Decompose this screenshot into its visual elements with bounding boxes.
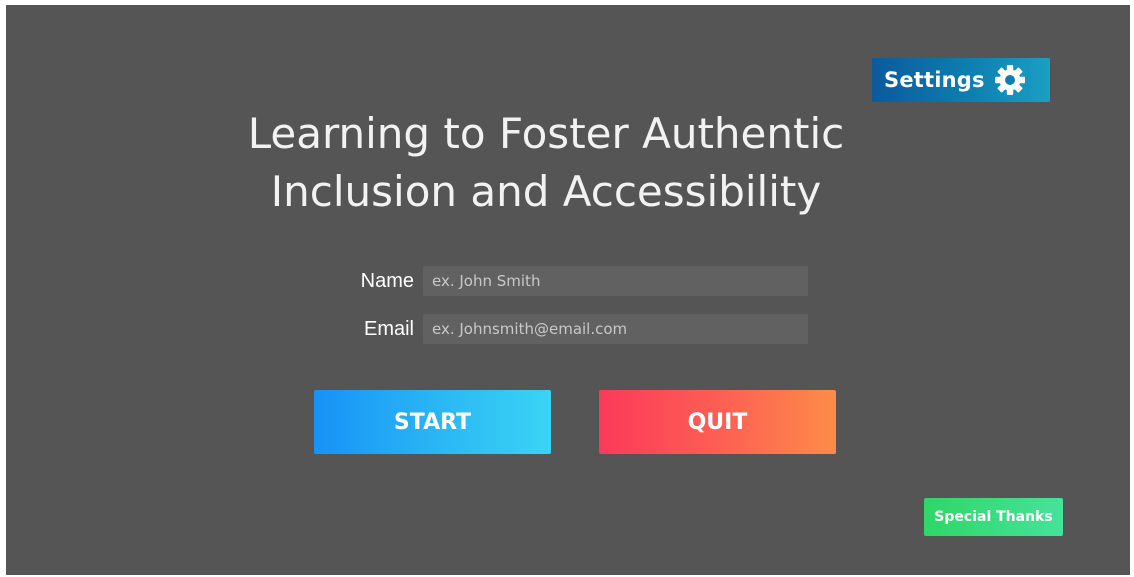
settings-button[interactable]: Settings xyxy=(872,58,1050,102)
app-screen: Settings Learning to Foster Authentic In… xyxy=(6,5,1130,575)
email-input[interactable] xyxy=(423,314,808,344)
page-title: Learning to Foster Authentic Inclusion a… xyxy=(156,105,936,221)
gear-icon xyxy=(995,65,1025,95)
title-line-1: Learning to Foster Authentic xyxy=(247,109,845,158)
special-thanks-button[interactable]: Special Thanks xyxy=(924,498,1063,536)
name-input[interactable] xyxy=(423,266,808,296)
start-button[interactable]: START xyxy=(314,390,551,454)
title-line-2: Inclusion and Accessibility xyxy=(270,167,822,216)
name-label: Name xyxy=(360,270,414,292)
email-label: Email xyxy=(363,318,414,340)
quit-button[interactable]: QUIT xyxy=(599,390,836,454)
settings-label: Settings xyxy=(884,68,985,92)
